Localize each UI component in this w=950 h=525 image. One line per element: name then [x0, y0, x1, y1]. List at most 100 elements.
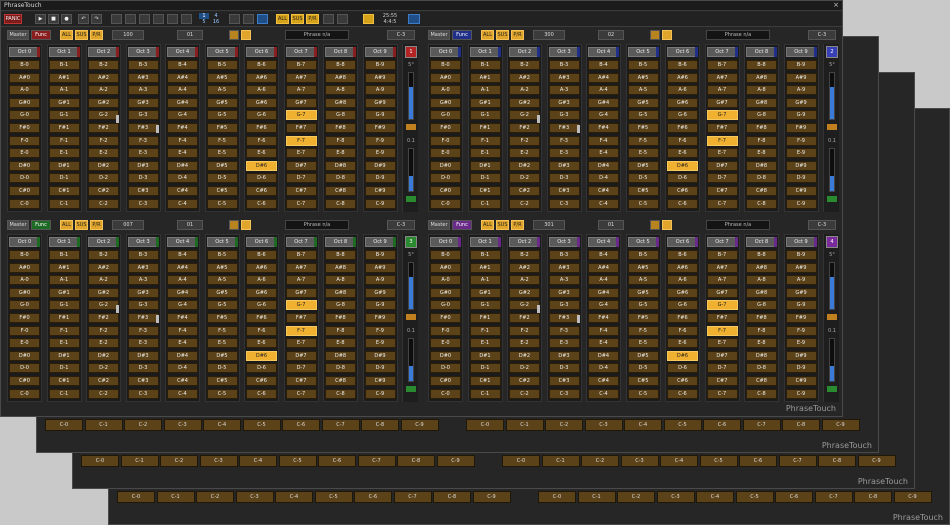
instrument-badge[interactable]: 3	[405, 236, 417, 248]
scrollbar-thumb[interactable]	[537, 305, 540, 313]
scrollbar-thumb[interactable]	[576, 315, 580, 323]
note-cell[interactable]: A#6	[246, 262, 277, 273]
note-cell[interactable]: E-2	[88, 148, 119, 159]
note-cell[interactable]: G#4	[588, 97, 619, 108]
note-cell[interactable]: C-0	[502, 455, 540, 467]
note-cell[interactable]: D#1	[48, 350, 80, 361]
note-cell[interactable]: F#1	[48, 123, 80, 133]
note-cell[interactable]: C-4	[167, 388, 198, 399]
note-cell[interactable]: G#0	[430, 97, 461, 108]
note-cell[interactable]: G-1	[48, 110, 80, 121]
note-cell[interactable]: B-3	[548, 60, 580, 70]
note-cell[interactable]: C-7	[706, 198, 738, 209]
tool-icon[interactable]	[323, 14, 334, 24]
note-cell[interactable]: B-4	[588, 250, 619, 260]
note-cell[interactable]: C-8	[746, 198, 777, 209]
note-cell[interactable]: A#1	[469, 262, 501, 273]
note-cell[interactable]: C-1	[469, 198, 501, 209]
note-cell[interactable]: G-9	[364, 110, 396, 121]
note-cell[interactable]: C-8	[818, 455, 856, 467]
note-cell[interactable]: E-2	[88, 338, 119, 349]
note-cell[interactable]: C-4	[275, 491, 313, 503]
octave-header[interactable]: Oct 5	[206, 237, 238, 247]
note-cell[interactable]: F#5	[627, 313, 659, 323]
note-cell[interactable]: A-9	[364, 85, 396, 96]
note-cell[interactable]: C-4	[167, 198, 198, 209]
note-cell[interactable]: G-4	[588, 110, 619, 121]
note-cell[interactable]: B-5	[206, 250, 238, 260]
note-cell[interactable]: A#4	[588, 262, 619, 273]
sus-button[interactable]: SUS	[75, 220, 88, 230]
octave-header[interactable]: Oct 8	[325, 47, 356, 57]
note-cell[interactable]: D-9	[785, 173, 817, 184]
note-cell[interactable]: C-9	[364, 198, 396, 209]
note-cell[interactable]: D#8	[746, 350, 777, 361]
note-cell[interactable]: D-2	[88, 173, 119, 184]
note-cell[interactable]: C-0	[45, 419, 83, 431]
note-cell[interactable]: C#5	[206, 376, 238, 386]
note-cell[interactable]: C-4	[696, 491, 734, 503]
octave-header[interactable]: Oct 6	[667, 47, 698, 57]
note-cell[interactable]: F-4	[588, 135, 619, 146]
note-cell[interactable]: C#7	[285, 186, 317, 196]
note-cell[interactable]: F-8	[325, 325, 356, 336]
shift-value[interactable]: 01	[177, 220, 203, 230]
note-cell[interactable]: D#4	[167, 350, 198, 361]
pr-button[interactable]: P/R	[90, 220, 103, 230]
note-cell[interactable]: C-0	[9, 198, 40, 209]
note-cell[interactable]: F#2	[509, 123, 540, 133]
note-cell[interactable]: D-4	[588, 173, 619, 184]
note-cell[interactable]: C-7	[285, 198, 317, 209]
note-cell[interactable]: F#3	[548, 123, 580, 133]
note-cell[interactable]: G#4	[167, 97, 198, 108]
note-cell[interactable]: D#1	[469, 160, 501, 171]
note-cell[interactable]: F-4	[167, 135, 198, 146]
note-cell[interactable]: D-4	[588, 363, 619, 374]
panning-slider[interactable]	[408, 338, 414, 382]
octave-header[interactable]: Oct 5	[206, 47, 238, 57]
note-cell[interactable]: C#1	[48, 376, 80, 386]
pr-button[interactable]: P/R	[511, 30, 524, 40]
note-cell[interactable]: G-8	[325, 300, 356, 311]
note-cell[interactable]: G-9	[785, 110, 817, 121]
tempo-value[interactable]: 100	[112, 30, 144, 40]
note-cell[interactable]: A-0	[430, 85, 461, 96]
note-cell[interactable]: D#5	[627, 160, 659, 171]
note-cell[interactable]: E-0	[430, 338, 461, 349]
arrow-icon[interactable]	[406, 314, 416, 320]
note-cell[interactable]: D#5	[206, 160, 238, 171]
note-cell[interactable]: G-6	[246, 300, 277, 311]
note-cell[interactable]: F-3	[127, 325, 159, 336]
note-cell[interactable]: D-7	[706, 173, 738, 184]
note-cell[interactable]: C-9	[785, 198, 817, 209]
note-cell[interactable]: D-2	[509, 173, 540, 184]
note-cell[interactable]: G#5	[627, 97, 659, 108]
tool-icon[interactable]	[111, 14, 122, 24]
note-cell[interactable]: A#6	[246, 72, 277, 83]
note-cell[interactable]: E-1	[469, 148, 501, 159]
func-button[interactable]: Func	[31, 30, 51, 40]
note-cell[interactable]: C-0	[430, 198, 461, 209]
note-cell[interactable]: A#1	[48, 72, 80, 83]
note-cell[interactable]: C#7	[706, 186, 738, 196]
note-cell[interactable]: C-1	[120, 455, 159, 467]
note-cell[interactable]: C-5	[242, 419, 281, 431]
note-cell[interactable]: C#4	[167, 376, 198, 386]
note-cell[interactable]: G-8	[325, 110, 356, 121]
note-cell[interactable]: A#6	[667, 262, 698, 273]
note-cell[interactable]: F-4	[167, 325, 198, 336]
note-cell[interactable]: C#5	[627, 376, 659, 386]
note-cell[interactable]: C-2	[581, 455, 619, 467]
note-cell[interactable]: A#7	[706, 72, 738, 83]
note-cell[interactable]: D#2	[88, 160, 119, 171]
note-cell[interactable]: F#7	[706, 313, 738, 323]
note-cell[interactable]: A-9	[785, 85, 817, 96]
note-cell[interactable]: A#8	[325, 72, 356, 83]
note-cell[interactable]: F#6	[667, 313, 698, 323]
tool-icon[interactable]	[181, 14, 192, 24]
note-cell[interactable]: F#0	[9, 123, 40, 133]
note-cell[interactable]: G#3	[127, 287, 159, 298]
octave-header[interactable]: Oct 7	[706, 237, 738, 247]
note-cell[interactable]: D#8	[325, 350, 356, 361]
note-cell[interactable]: C-6	[703, 419, 741, 431]
